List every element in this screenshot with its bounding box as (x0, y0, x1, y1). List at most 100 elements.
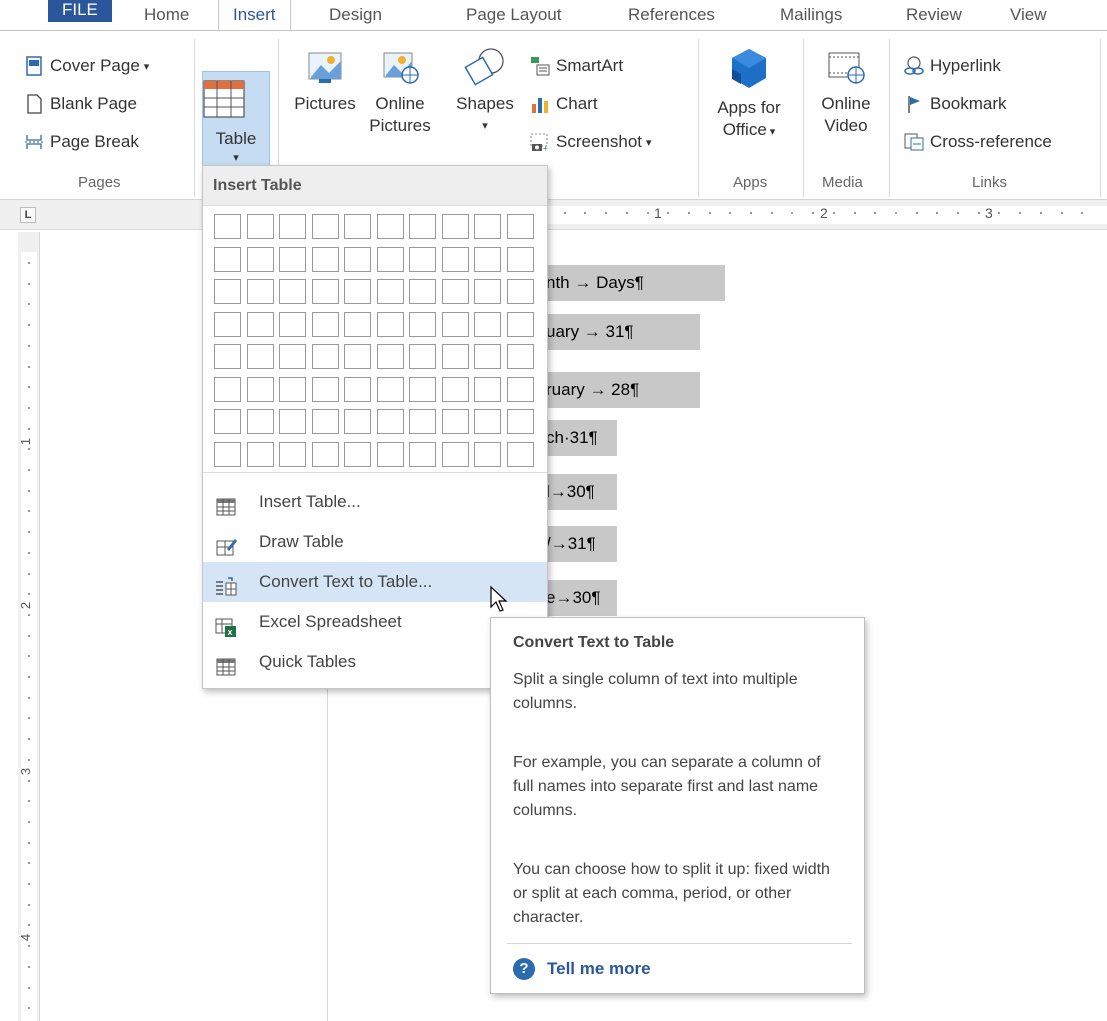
document-line[interactable]: e→30¶ (544, 580, 617, 616)
grid-cell[interactable] (409, 376, 436, 402)
grid-cell[interactable] (344, 376, 371, 402)
tab-view[interactable]: View (996, 0, 1061, 30)
grid-cell[interactable] (344, 409, 371, 434)
grid-cell[interactable] (376, 246, 404, 272)
grid-cell[interactable] (214, 214, 241, 239)
grid-cell[interactable] (376, 376, 404, 402)
grid-cell[interactable] (441, 344, 469, 369)
grid-cell[interactable] (344, 214, 371, 239)
grid-cell[interactable] (506, 246, 534, 272)
grid-cell[interactable] (441, 311, 469, 337)
document-line[interactable]: ruary → 28¶ (544, 372, 700, 408)
grid-cell[interactable] (311, 214, 339, 239)
grid-cell[interactable] (376, 344, 404, 369)
tab-page-layout[interactable]: Page Layout (452, 0, 575, 30)
document-line[interactable]: l→30¶ (544, 474, 617, 510)
grid-cell[interactable] (506, 376, 534, 402)
grid-cell[interactable] (279, 344, 306, 369)
grid-cell[interactable] (311, 441, 339, 467)
grid-cell[interactable] (344, 311, 371, 337)
grid-cell[interactable] (506, 311, 534, 337)
smartart-button[interactable]: SmartArt (530, 51, 623, 81)
grid-cell[interactable] (474, 214, 501, 239)
grid-cell[interactable] (409, 246, 436, 272)
shapes-button[interactable]: Shapes ▾ (450, 47, 520, 137)
chart-button[interactable]: Chart (530, 89, 598, 119)
grid-cell[interactable] (311, 376, 339, 402)
document-line[interactable]: uary → 31¶ (544, 314, 700, 350)
grid-cell[interactable] (279, 246, 306, 272)
grid-cell[interactable] (409, 344, 436, 369)
grid-cell[interactable] (214, 279, 241, 304)
grid-cell[interactable] (409, 441, 436, 467)
grid-cell[interactable] (344, 344, 371, 369)
hyperlink-button[interactable]: Hyperlink (904, 51, 1001, 81)
grid-cell[interactable] (279, 311, 306, 337)
grid-cell[interactable] (246, 311, 274, 337)
grid-cell[interactable] (246, 214, 274, 239)
grid-cell[interactable] (246, 279, 274, 304)
grid-cell[interactable] (246, 409, 274, 434)
grid-cell[interactable] (376, 214, 404, 239)
bookmark-button[interactable]: Bookmark (904, 89, 1007, 119)
tell-me-more-link[interactable]: ? Tell me more (513, 954, 651, 984)
grid-cell[interactable] (376, 279, 404, 304)
grid-cell[interactable] (506, 441, 534, 467)
grid-cell[interactable] (474, 279, 501, 304)
grid-cell[interactable] (506, 279, 534, 304)
document-line[interactable]: /→31¶ (544, 526, 617, 562)
grid-cell[interactable] (344, 246, 371, 272)
grid-cell[interactable] (409, 214, 436, 239)
grid-cell[interactable] (376, 311, 404, 337)
grid-cell[interactable] (344, 441, 371, 467)
grid-cell[interactable] (441, 409, 469, 434)
grid-cell[interactable] (474, 344, 501, 369)
tab-selector[interactable]: L (20, 207, 36, 223)
grid-cell[interactable] (246, 376, 274, 402)
document-line[interactable]: nth → Days¶ (544, 265, 725, 301)
grid-cell[interactable] (279, 279, 306, 304)
grid-cell[interactable] (409, 279, 436, 304)
tab-design[interactable]: Design (315, 0, 396, 30)
grid-cell[interactable] (376, 409, 404, 434)
grid-cell[interactable] (214, 441, 241, 467)
tab-references[interactable]: References (614, 0, 729, 30)
grid-cell[interactable] (279, 214, 306, 239)
apps-for-office-button[interactable]: Apps for Office ▾ (705, 47, 793, 143)
grid-cell[interactable] (279, 441, 306, 467)
tab-file[interactable]: FILE (48, 0, 112, 22)
grid-cell[interactable] (279, 409, 306, 434)
grid-cell[interactable] (214, 311, 241, 337)
grid-cell[interactable] (311, 311, 339, 337)
online-pictures-button[interactable]: Online Pictures (360, 47, 440, 137)
grid-cell[interactable] (506, 214, 534, 239)
grid-cell[interactable] (246, 246, 274, 272)
tab-mailings[interactable]: Mailings (766, 0, 856, 30)
grid-cell[interactable] (311, 246, 339, 272)
grid-cell[interactable] (311, 409, 339, 434)
grid-cell[interactable] (441, 441, 469, 467)
grid-cell[interactable] (441, 214, 469, 239)
pictures-button[interactable]: Pictures (284, 47, 366, 115)
document-line[interactable]: ch·31¶ (544, 420, 617, 456)
grid-cell[interactable] (376, 441, 404, 467)
grid-cell[interactable] (441, 246, 469, 272)
page-break-button[interactable]: Page Break (24, 127, 139, 157)
grid-cell[interactable] (214, 246, 241, 272)
cross-reference-button[interactable]: Cross-reference (904, 127, 1052, 157)
online-video-button[interactable]: Online Video (808, 47, 884, 137)
grid-cell[interactable] (214, 344, 241, 369)
grid-cell[interactable] (506, 409, 534, 434)
grid-cell[interactable] (409, 409, 436, 434)
grid-cell[interactable] (344, 279, 371, 304)
tab-insert[interactable]: Insert (218, 0, 291, 31)
grid-cell[interactable] (441, 376, 469, 402)
grid-cell[interactable] (214, 409, 241, 434)
tab-review[interactable]: Review (892, 0, 976, 30)
grid-cell[interactable] (409, 311, 436, 337)
grid-cell[interactable] (474, 376, 501, 402)
menu-item-draw-table[interactable]: Draw Table (203, 522, 547, 562)
grid-cell[interactable] (441, 279, 469, 304)
grid-cell[interactable] (279, 376, 306, 402)
tab-home[interactable]: Home (130, 0, 203, 30)
